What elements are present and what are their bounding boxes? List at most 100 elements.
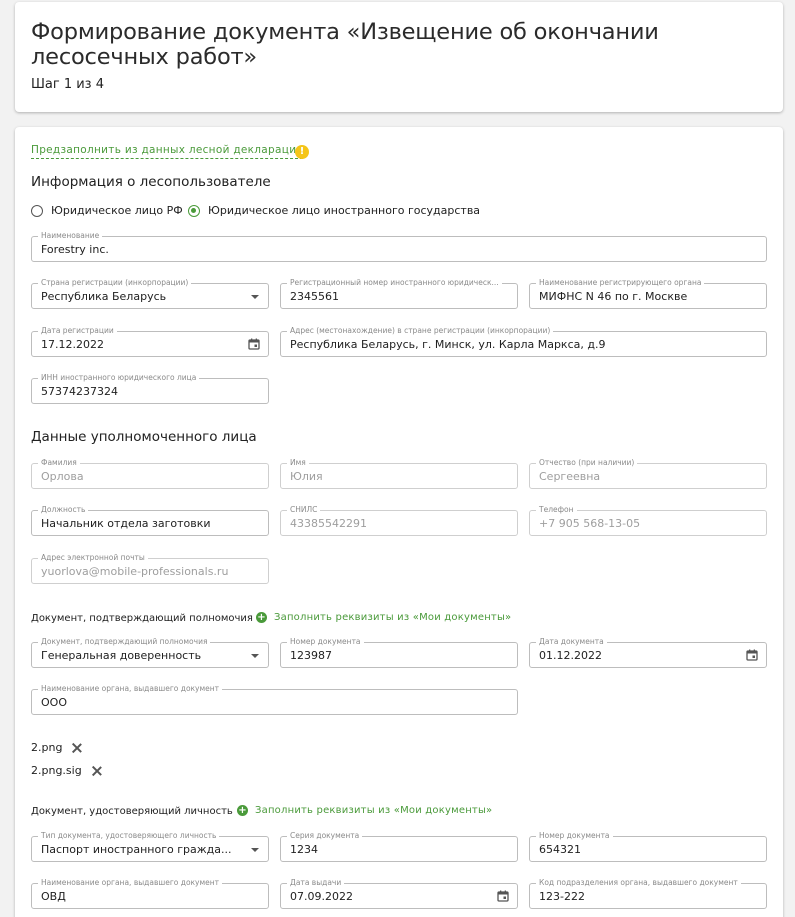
field-value: ООО [41,696,67,709]
dropdown-arrow-icon [251,848,259,852]
calendar-icon[interactable] [497,890,509,902]
field-label: Дата документа [536,637,607,647]
field-label: Имя [287,458,309,468]
section-title-person: Данные уполномоченного лица [31,429,257,445]
plus-circle-icon: + [256,612,267,623]
phone-field[interactable]: Телефон +7 905 568-13-05 [529,505,767,536]
field-value: 123987 [290,649,332,662]
field-value: ОВД [41,890,66,903]
file-name[interactable]: 2.png [31,741,62,754]
field-label: Телефон [536,505,577,515]
name-field[interactable]: Наименование Forestry inc. [31,231,767,262]
fill-from-my-documents-link[interactable]: + Заполнить реквизиты из «Мои документы» [256,612,511,623]
address-field[interactable]: Адрес (местонахождение) в стране регистр… [280,326,767,357]
radio-label: Юридическое лицо иностранного государств… [208,204,481,217]
remove-file-icon[interactable] [71,742,83,754]
field-value: Генеральная доверенность [41,649,202,662]
first-name-field[interactable]: Имя Юлия [280,458,518,489]
field-value: 43385542291 [290,517,367,530]
field-label: Отчество (при наличии) [536,458,638,468]
field-label: Должность [38,505,89,515]
country-select[interactable]: Страна регистрации (инкорпорации) Респуб… [31,278,269,309]
field-value: 17.12.2022 [41,338,104,351]
field-value: Орлова [41,470,84,483]
field-label: Наименование регистрирующего органа [536,278,705,288]
email-field[interactable]: Адрес электронной почты yuorlova@mobile-… [31,553,269,584]
field-value: Республика Беларусь [41,290,167,303]
identity-division-code-field[interactable]: Код подразделения органа, выдавшего доку… [529,878,767,909]
field-value: Начальник отдела заготовки [41,517,211,530]
radio-label: Юридическое лицо РФ [51,204,183,217]
field-value: yuorlova@mobile-professionals.ru [41,565,229,578]
field-label: ИНН иностранного юридического лица [38,373,200,383]
prefill-from-declaration-link[interactable]: Предзаполнить из данных лесной деклараци… [31,144,304,159]
form-card: Предзаполнить из данных лесной деклараци… [15,127,783,917]
authority-doc-title: Документ, подтверждающий полномочия [31,613,253,624]
fill-from-my-documents-link[interactable]: + Заполнить реквизиты из «Мои документы» [237,805,492,816]
radio-legal-entity-foreign[interactable]: Юридическое лицо иностранного государств… [188,204,480,217]
authority-doc-number-field[interactable]: Номер документа 123987 [280,637,518,668]
field-label: Номер документа [287,637,364,647]
field-label: Тип документа, удостоверяющего личность [38,831,220,841]
authority-doc-date-field[interactable]: Дата документа 01.12.2022 [529,637,767,668]
file-name[interactable]: 2.png.sig [31,764,82,777]
authority-doc-type-select[interactable]: Документ, подтверждающий полномочия Гене… [31,637,269,668]
attached-file: 2.png [31,741,83,754]
inn-field[interactable]: ИНН иностранного юридического лица 57374… [31,373,269,404]
field-value: 01.12.2022 [539,649,602,662]
authority-issuer-field[interactable]: Наименование органа, выдавшего документ … [31,684,518,715]
identity-doc-type-select[interactable]: Тип документа, удостоверяющего личность … [31,831,269,862]
warning-icon[interactable]: ! [295,145,309,159]
field-value: Юлия [290,470,323,483]
field-label: Наименование органа, выдавшего документ [38,878,223,888]
field-value: 1234 [290,843,318,856]
field-value: +7 905 568-13-05 [539,517,641,530]
link-label: Заполнить реквизиты из «Мои документы» [274,612,512,623]
field-label: Регистрационный номер иностранного юриди… [287,278,502,288]
field-value: Сергеевна [539,470,601,483]
link-label: Заполнить реквизиты из «Мои документы» [255,805,493,816]
remove-file-icon[interactable] [91,765,103,777]
dropdown-arrow-icon [251,654,259,658]
dropdown-arrow-icon [251,295,259,299]
radio-legal-entity-ru[interactable]: Юридическое лицо РФ [31,204,183,217]
identity-issue-date-field[interactable]: Дата выдачи 07.09.2022 [280,878,518,909]
field-label: Дата выдачи [287,878,345,888]
reg-organ-field[interactable]: Наименование регистрирующего органа МИФН… [529,278,767,309]
snils-field[interactable]: СНИЛС 43385542291 [280,505,518,536]
step-indicator: Шаг 1 из 4 [31,77,104,92]
field-label: Фамилия [38,458,80,468]
reg-date-field[interactable]: Дата регистрации 17.12.2022 [31,326,269,357]
field-label: Наименование органа, выдавшего документ [38,684,223,694]
field-value: Forestry inc. [41,243,109,256]
field-value: 654321 [539,843,581,856]
position-field[interactable]: Должность Начальник отдела заготовки [31,505,269,536]
field-value: 57374237324 [41,385,118,398]
calendar-icon[interactable] [746,649,758,661]
attached-file: 2.png.sig [31,764,103,777]
header-card: Формирование документа «Извещение об око… [15,2,783,112]
field-label: Адрес электронной почты [38,553,148,563]
reg-number-field[interactable]: Регистрационный номер иностранного юриди… [280,278,518,309]
field-label: Страна регистрации (инкорпорации) [38,278,192,288]
surname-field[interactable]: Фамилия Орлова [31,458,269,489]
field-value: Паспорт иностранного гражда... [41,843,232,856]
patronymic-field[interactable]: Отчество (при наличии) Сергеевна [529,458,767,489]
identity-issuer-field[interactable]: Наименование органа, выдавшего документ … [31,878,269,909]
field-label: Дата регистрации [38,326,117,336]
field-value: Республика Беларусь, г. Минск, ул. Карла… [290,338,606,351]
field-label: Документ, подтверждающий полномочия [38,637,211,647]
field-label: Серия документа [287,831,363,841]
section-title-user: Информация о лесопользователе [31,174,271,190]
identity-doc-title: Документ, удостоверяющий личность [31,806,233,817]
radio-unchecked-icon [31,204,43,217]
field-value: 123-222 [539,890,585,903]
field-value: 07.09.2022 [290,890,353,903]
identity-number-field[interactable]: Номер документа 654321 [529,831,767,862]
field-label: Номер документа [536,831,613,841]
field-label: Адрес (местонахождение) в стране регистр… [287,326,554,336]
calendar-icon[interactable] [248,338,260,350]
identity-series-field[interactable]: Серия документа 1234 [280,831,518,862]
field-label: Наименование [38,231,103,241]
field-value: 2345561 [290,290,339,303]
